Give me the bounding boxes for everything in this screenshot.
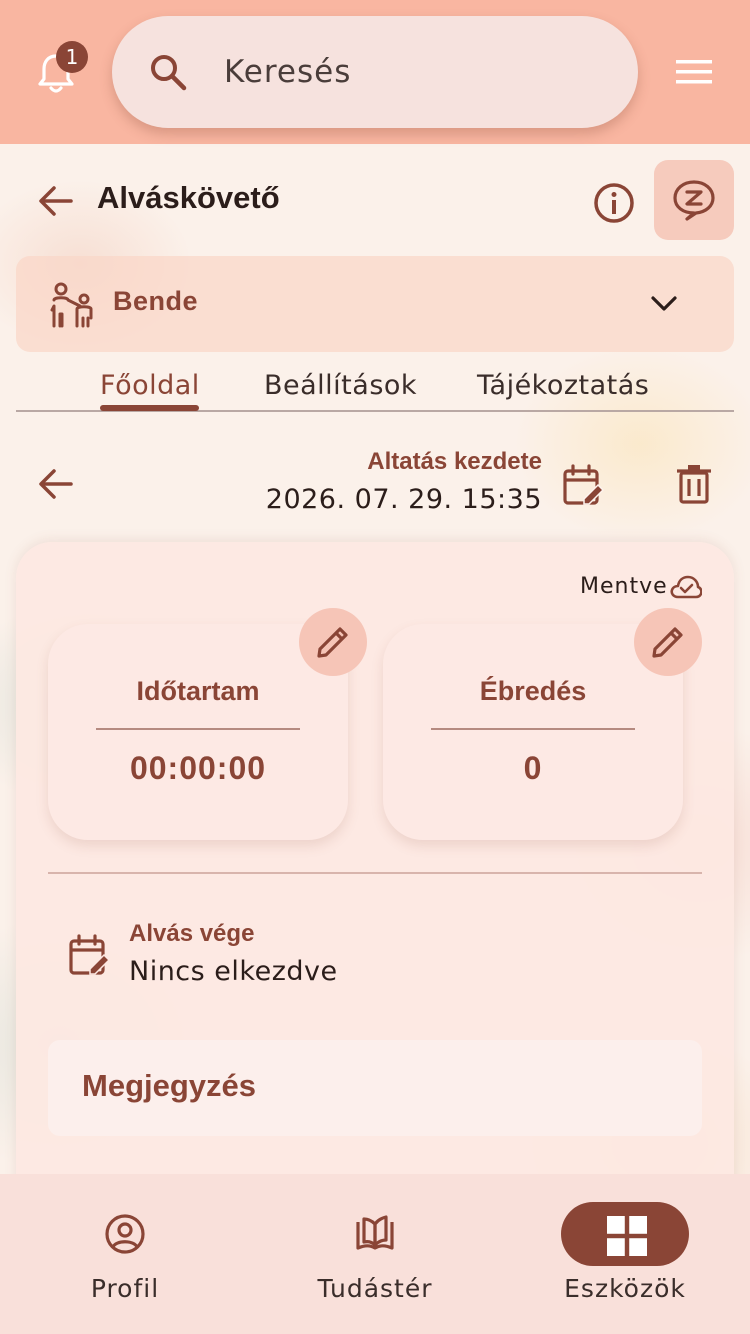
sleep-chat-button[interactable] <box>654 160 734 240</box>
edit-calendar-icon[interactable] <box>562 464 606 508</box>
nav-item-tools[interactable]: Eszközök <box>500 1174 750 1334</box>
notification-badge: 1 <box>56 41 88 73</box>
sleep-start-label: Altatás kezdete <box>367 448 542 475</box>
page-title: Alváskövető <box>97 180 280 215</box>
back-arrow-icon[interactable] <box>38 183 74 219</box>
tab-home[interactable]: Főoldal <box>100 370 200 401</box>
duration-divider <box>96 728 300 730</box>
child-name: Bende <box>113 286 199 316</box>
nav-label-tools: Eszközök <box>564 1274 686 1303</box>
edit-wakeups-button[interactable] <box>634 608 702 676</box>
pencil-icon <box>652 627 683 658</box>
info-icon[interactable] <box>592 181 636 225</box>
edit-end-calendar-icon[interactable] <box>68 934 112 978</box>
tab-information[interactable]: Tájékoztatás <box>477 370 649 401</box>
delete-trash-icon[interactable] <box>676 464 712 504</box>
duration-title: Időtartam <box>136 676 260 706</box>
parent-child-icon <box>50 282 93 328</box>
note-title: Megjegyzés <box>82 1068 257 1103</box>
profile-icon <box>105 1214 145 1254</box>
card-divider <box>48 872 702 874</box>
child-selector[interactable]: Bende <box>16 256 734 352</box>
tab-bar: Főoldal Beállítások Tájékoztatás <box>16 366 734 412</box>
search-input[interactable] <box>224 46 604 98</box>
sleep-start-value: 2026. 07. 29. 15:35 <box>265 484 542 515</box>
top-bar: 1 <box>0 0 750 144</box>
note-section[interactable]: Megjegyzés <box>48 1040 702 1136</box>
wakeups-divider <box>431 728 635 730</box>
search-bar[interactable] <box>112 16 638 128</box>
hamburger-menu-icon[interactable] <box>676 58 712 86</box>
grid-icon <box>607 1216 647 1256</box>
sleep-bubble-icon <box>673 180 715 221</box>
nav-item-knowledge[interactable]: Tudástér <box>250 1174 500 1334</box>
wakeups-value: 0 <box>523 750 543 786</box>
sleep-end-label: Alvás vége <box>129 920 255 947</box>
search-icon <box>151 55 187 91</box>
chevron-down-icon <box>651 296 677 311</box>
bottom-navigation: Profil Tudástér Eszközök <box>0 1174 750 1334</box>
tab-settings[interactable]: Beállítások <box>264 370 417 401</box>
book-icon <box>356 1215 394 1250</box>
nav-item-profile[interactable]: Profil <box>0 1174 250 1334</box>
sleep-end-value: Nincs elkezdve <box>129 956 338 987</box>
duration-value: 00:00:00 <box>129 750 267 786</box>
nav-label-profile: Profil <box>90 1274 160 1303</box>
wakeups-title: Ébredés <box>479 676 587 706</box>
cloud-check-icon <box>670 575 702 599</box>
active-tab-indicator <box>100 405 199 411</box>
sleep-session-card: Mentve Időtartam 00:00:00 Ébredés 0 Alvá… <box>16 542 734 1202</box>
previous-session-arrow-icon[interactable] <box>38 466 74 502</box>
nav-label-knowledge: Tudástér <box>317 1274 433 1303</box>
pencil-icon <box>317 627 348 658</box>
edit-duration-button[interactable] <box>299 608 367 676</box>
saved-status: Mentve <box>580 574 668 599</box>
